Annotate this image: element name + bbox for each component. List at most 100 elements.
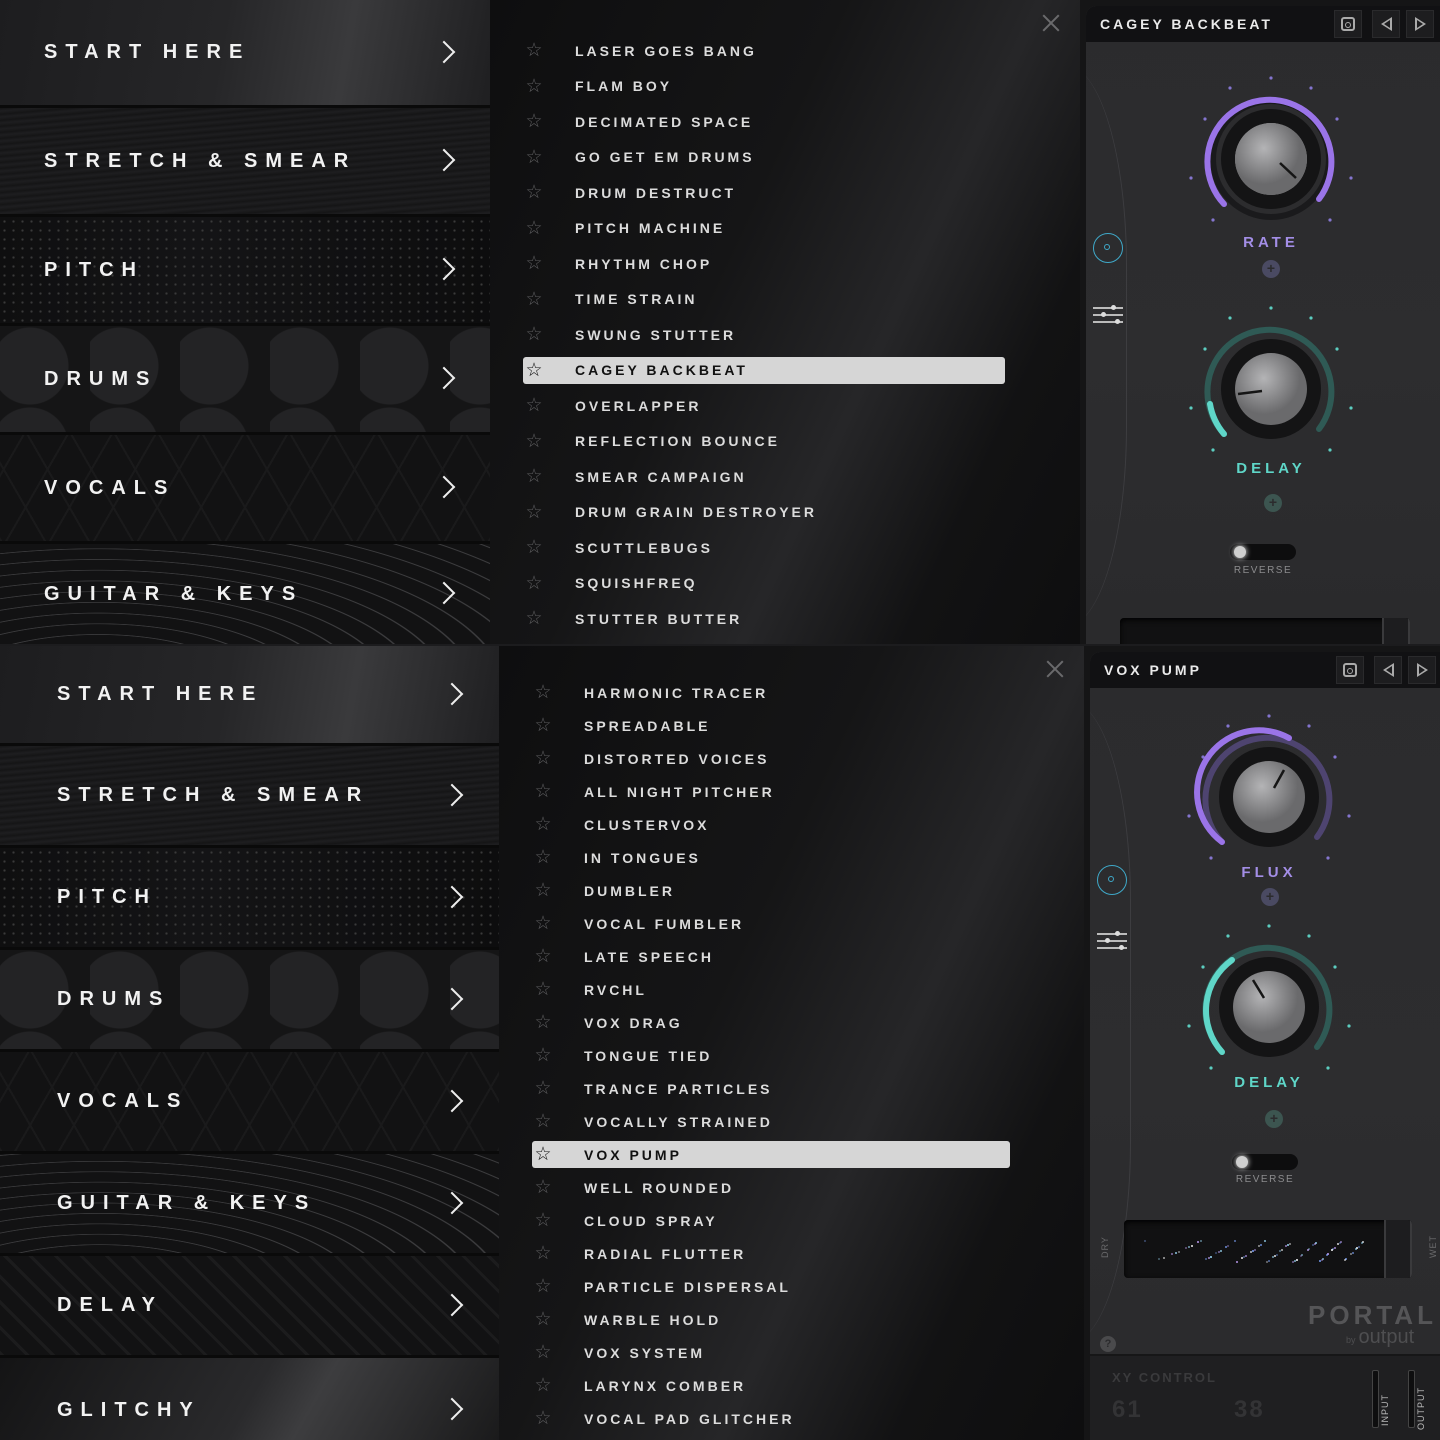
star-icon[interactable]: ☆: [532, 1207, 554, 1234]
star-icon[interactable]: ☆: [523, 499, 545, 526]
category-pitch[interactable]: PITCH: [0, 848, 499, 950]
star-icon[interactable]: ☆: [532, 877, 554, 904]
category-drums[interactable]: DRUMS: [0, 950, 499, 1052]
preset-item-scuttlebugs[interactable]: ☆ SCUTTLEBUGS: [523, 534, 1005, 561]
preset-item-radial-flutter[interactable]: ☆ RADIAL FLUTTER: [532, 1240, 1010, 1267]
add-modulation-icon[interactable]: +: [1265, 1110, 1283, 1128]
star-icon[interactable]: ☆: [532, 1372, 554, 1399]
xy-pad[interactable]: [1124, 1220, 1412, 1278]
save-button[interactable]: [1334, 10, 1362, 38]
preset-item-laser-goes-bang[interactable]: ☆ LASER GOES BANG: [523, 37, 1005, 64]
category-start-here[interactable]: START HERE: [0, 646, 499, 746]
star-icon[interactable]: ☆: [532, 1273, 554, 1300]
category-drums[interactable]: DRUMS: [0, 326, 490, 435]
star-icon[interactable]: ☆: [532, 943, 554, 970]
star-icon[interactable]: ☆: [523, 534, 545, 561]
star-icon[interactable]: ☆: [532, 1174, 554, 1201]
star-icon[interactable]: ☆: [532, 910, 554, 937]
star-icon[interactable]: ☆: [532, 1306, 554, 1333]
preset-item-overlapper[interactable]: ☆ OVERLAPPER: [523, 392, 1005, 419]
close-icon[interactable]: [1042, 14, 1060, 32]
category-vocals[interactable]: VOCALS: [0, 1052, 499, 1154]
star-icon[interactable]: ☆: [523, 357, 545, 384]
category-guitar-keys[interactable]: GUITAR & KEYS: [0, 1154, 499, 1256]
preset-item-dumbler[interactable]: ☆ DUMBLER: [532, 877, 1010, 904]
preset-item-trance-particles[interactable]: ☆ TRANCE PARTICLES: [532, 1075, 1010, 1102]
preset-item-stutter-butter[interactable]: ☆ STUTTER BUTTER: [523, 605, 1005, 632]
star-icon[interactable]: ☆: [532, 976, 554, 1003]
preset-item-rvchl[interactable]: ☆ RVCHL: [532, 976, 1010, 1003]
star-icon[interactable]: ☆: [523, 144, 545, 171]
star-icon[interactable]: ☆: [523, 73, 545, 100]
star-icon[interactable]: ☆: [532, 1108, 554, 1135]
previous-preset-button[interactable]: [1374, 656, 1402, 684]
preset-item-rhythm-chop[interactable]: ☆ RHYTHM CHOP: [523, 250, 1005, 277]
preset-item-clustervox[interactable]: ☆ CLUSTERVOX: [532, 811, 1010, 838]
mixer-mode-button[interactable]: [1086, 282, 1130, 346]
star-icon[interactable]: ☆: [532, 1405, 554, 1432]
star-icon[interactable]: ☆: [523, 108, 545, 135]
preset-item-particle-dispersal[interactable]: ☆ PARTICLE DISPERSAL: [532, 1273, 1010, 1300]
preset-item-vocal-fumbler[interactable]: ☆ VOCAL FUMBLER: [532, 910, 1010, 937]
category-guitar-keys[interactable]: GUITAR & KEYS: [0, 544, 490, 644]
star-icon[interactable]: ☆: [532, 1339, 554, 1366]
preset-item-spreadable[interactable]: ☆ SPREADABLE: [532, 712, 1010, 739]
delay-knob[interactable]: DELAY: [1184, 922, 1354, 1092]
preset-item-drum-destruct[interactable]: ☆ DRUM DESTRUCT: [523, 179, 1005, 206]
preset-item-vocally-strained[interactable]: ☆ VOCALLY STRAINED: [532, 1108, 1010, 1135]
mixer-mode-button[interactable]: [1090, 908, 1134, 972]
preset-item-smear-campaign[interactable]: ☆ SMEAR CAMPAIGN: [523, 463, 1005, 490]
preset-item-cloud-spray[interactable]: ☆ CLOUD SPRAY: [532, 1207, 1010, 1234]
preset-item-vox-drag[interactable]: ☆ VOX DRAG: [532, 1009, 1010, 1036]
xy-pad[interactable]: [1120, 618, 1410, 644]
preset-item-time-strain[interactable]: ☆ TIME STRAIN: [523, 286, 1005, 313]
output-meter[interactable]: [1408, 1370, 1415, 1428]
preset-item-cagey-backbeat[interactable]: ☆ CAGEY BACKBEAT: [523, 356, 1005, 384]
star-icon[interactable]: ☆: [532, 679, 554, 706]
preset-item-swung-stutter[interactable]: ☆ SWUNG STUTTER: [523, 321, 1005, 348]
preset-item-well-rounded[interactable]: ☆ WELL ROUNDED: [532, 1174, 1010, 1201]
star-icon[interactable]: ☆: [532, 778, 554, 805]
category-delay[interactable]: DELAY: [0, 1256, 499, 1358]
preset-item-vocal-pad-glitcher[interactable]: ☆ VOCAL PAD GLITCHER: [532, 1405, 1010, 1432]
category-glitchy[interactable]: GLITCHY: [0, 1358, 499, 1440]
next-preset-button[interactable]: [1408, 656, 1436, 684]
help-icon[interactable]: ?: [1100, 1336, 1116, 1352]
preset-item-tongue-tied[interactable]: ☆ TONGUE TIED: [532, 1042, 1010, 1069]
previous-preset-button[interactable]: [1372, 10, 1400, 38]
star-icon[interactable]: ☆: [523, 179, 545, 206]
preset-item-reflection-bounce[interactable]: ☆ REFLECTION BOUNCE: [523, 428, 1005, 455]
star-icon[interactable]: ☆: [532, 1075, 554, 1102]
add-modulation-icon[interactable]: +: [1262, 260, 1280, 278]
star-icon[interactable]: ☆: [523, 250, 545, 277]
xy-mode-button[interactable]: [1086, 216, 1130, 280]
preset-item-larynx-comber[interactable]: ☆ LARYNX COMBER: [532, 1372, 1010, 1399]
preset-item-in-tongues[interactable]: ☆ IN TONGUES: [532, 844, 1010, 871]
xy-pad-handle[interactable]: [1382, 618, 1410, 644]
category-start-here[interactable]: START HERE: [0, 0, 490, 108]
preset-item-flam-boy[interactable]: ☆ FLAM BOY: [523, 73, 1005, 100]
delay-knob[interactable]: DELAY: [1186, 304, 1356, 477]
star-icon[interactable]: ☆: [523, 215, 545, 242]
reverse-toggle[interactable]: [1232, 1154, 1298, 1170]
preset-item-pitch-machine[interactable]: ☆ PITCH MACHINE: [523, 215, 1005, 242]
star-icon[interactable]: ☆: [532, 1240, 554, 1267]
xy-mode-button[interactable]: [1090, 848, 1134, 912]
star-icon[interactable]: ☆: [523, 570, 545, 597]
preset-item-vox-pump[interactable]: ☆ VOX PUMP: [532, 1141, 1010, 1168]
star-icon[interactable]: ☆: [532, 1009, 554, 1036]
star-icon[interactable]: ☆: [532, 712, 554, 739]
star-icon[interactable]: ☆: [532, 745, 554, 772]
star-icon[interactable]: ☆: [523, 605, 545, 632]
star-icon[interactable]: ☆: [532, 1042, 554, 1069]
preset-item-distorted-voices[interactable]: ☆ DISTORTED VOICES: [532, 745, 1010, 772]
star-icon[interactable]: ☆: [523, 392, 545, 419]
star-icon[interactable]: ☆: [523, 321, 545, 348]
add-modulation-icon[interactable]: +: [1264, 494, 1282, 512]
preset-item-vox-system[interactable]: ☆ VOX SYSTEM: [532, 1339, 1010, 1366]
category-pitch[interactable]: PITCH: [0, 217, 490, 326]
star-icon[interactable]: ☆: [523, 428, 545, 455]
category-vocals[interactable]: VOCALS: [0, 435, 490, 544]
preset-item-go-get-em-drums[interactable]: ☆ GO GET EM DRUMS: [523, 144, 1005, 171]
close-icon[interactable]: [1046, 660, 1064, 678]
